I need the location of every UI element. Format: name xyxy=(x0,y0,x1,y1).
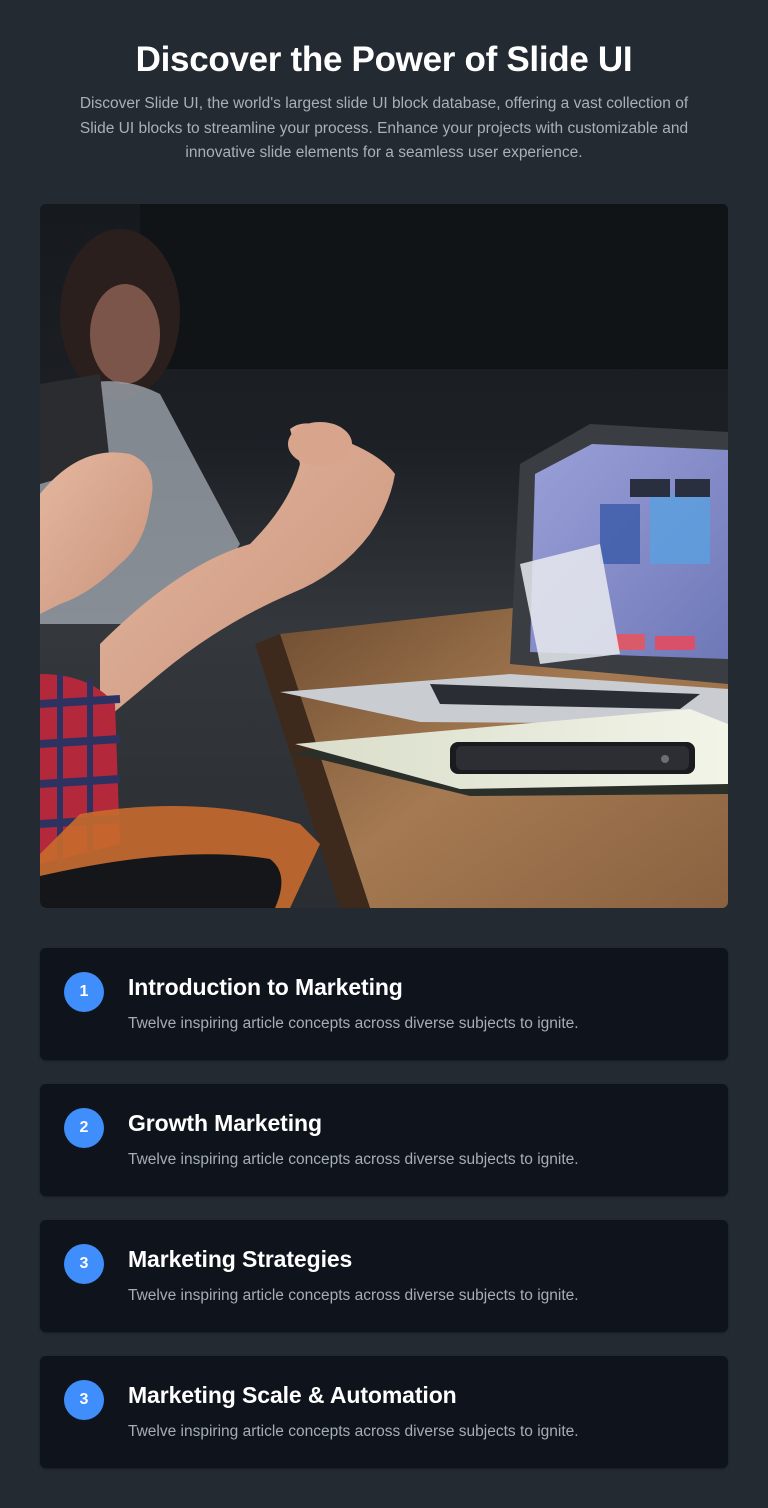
topic-card[interactable]: 3 Marketing Strategies Twelve inspiring … xyxy=(40,1220,728,1332)
topic-title: Growth Marketing xyxy=(128,1110,322,1136)
topic-description: Twelve inspiring article concepts across… xyxy=(128,1287,579,1304)
page-title: Discover the Power of Slide UI xyxy=(135,40,633,79)
topic-description: Twelve inspiring article concepts across… xyxy=(128,1423,579,1440)
hero-photo xyxy=(40,204,728,908)
topic-card[interactable]: 3 Marketing Scale & Automation Twelve in… xyxy=(40,1356,728,1468)
topic-title: Marketing Strategies xyxy=(128,1246,353,1272)
step-number-badge: 3 xyxy=(64,1380,104,1420)
topic-title: Introduction to Marketing xyxy=(128,974,403,1000)
topic-card[interactable]: 2 Growth Marketing Twelve inspiring arti… xyxy=(40,1084,728,1196)
topic-description: Twelve inspiring article concepts across… xyxy=(128,1015,579,1032)
page-description: Discover Slide UI, the world's largest s… xyxy=(79,95,689,161)
topic-title: Marketing Scale & Automation xyxy=(128,1382,457,1408)
page: Discover the Power of Slide UI Discover … xyxy=(0,0,768,1508)
step-number-badge: 2 xyxy=(64,1108,104,1148)
topic-description: Twelve inspiring article concepts across… xyxy=(128,1151,579,1168)
step-number-badge: 3 xyxy=(64,1244,104,1284)
topic-list: 1 Introduction to Marketing Twelve inspi… xyxy=(40,948,728,1492)
topic-card[interactable]: 1 Introduction to Marketing Twelve inspi… xyxy=(40,948,728,1060)
step-number-badge: 1 xyxy=(64,972,104,1012)
